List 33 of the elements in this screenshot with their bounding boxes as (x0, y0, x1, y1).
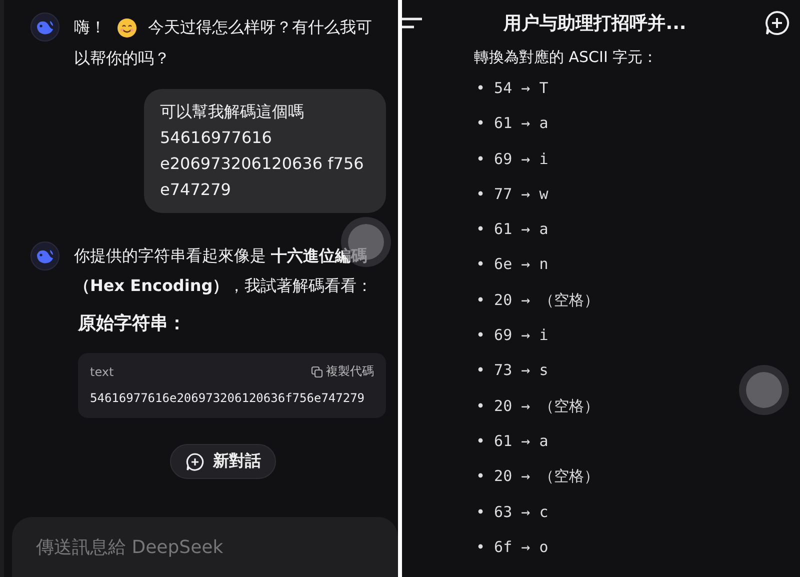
copy-code-button[interactable]: 複製代碼 (311, 363, 374, 380)
chat-plus-icon (185, 452, 205, 472)
list-item: • 61 → a (476, 114, 548, 134)
smiley-icon (117, 18, 138, 38)
whale-avatar-icon (30, 12, 60, 42)
list-item: • 54 → T (476, 79, 548, 99)
assistant-message: 以帮你的吗？ (74, 48, 170, 68)
list-item: • 63 → c (476, 502, 548, 523)
greeting-text: 嗨！ (74, 18, 106, 37)
whale-avatar-icon (30, 241, 60, 272)
chat-title: 用户与助理打招呼并... (504, 12, 686, 35)
list-item: • 69 → i (476, 326, 548, 346)
intro-text: 轉換為對應的 ASCII 字元： (474, 48, 659, 67)
user-message-bubble: 可以幫我解碼這個嗎 54616977616 e206973206120636 f756 e747279 (144, 89, 386, 214)
section-heading: 原始字符串： (78, 312, 187, 336)
list-item: • 20 → （空格） (476, 290, 600, 311)
list-item: • 20 → （空格） (476, 396, 600, 417)
list-item: • 61 → a (476, 432, 548, 452)
message-input-field[interactable]: 傳送訊息給 DeepSeek (12, 517, 398, 577)
assistant-message: 今天过得怎么样呀？有什么我可 (148, 18, 372, 37)
list-item: • 73 → s (476, 361, 548, 382)
code-text: 54616977616e206973206120636f756e747279 (90, 390, 366, 408)
list-item: • 6e → n (476, 255, 548, 276)
new-chat-button[interactable]: 新對話 (170, 444, 276, 480)
list-item: • 69 → i (476, 150, 548, 170)
list-item: • 20 → （空格） (476, 467, 600, 488)
list-item: • 61 → a (476, 220, 548, 240)
assistant-message: 你提供的字符串看起來像是 十六進位編碼（Hex Encoding），我試著解碼看看： (74, 245, 374, 298)
list-item: • 6f → o (476, 538, 548, 558)
copy-icon (311, 366, 323, 378)
list-item: • 77 → w (476, 184, 548, 205)
code-language: text (90, 364, 114, 379)
new-chat-icon[interactable] (764, 10, 790, 36)
